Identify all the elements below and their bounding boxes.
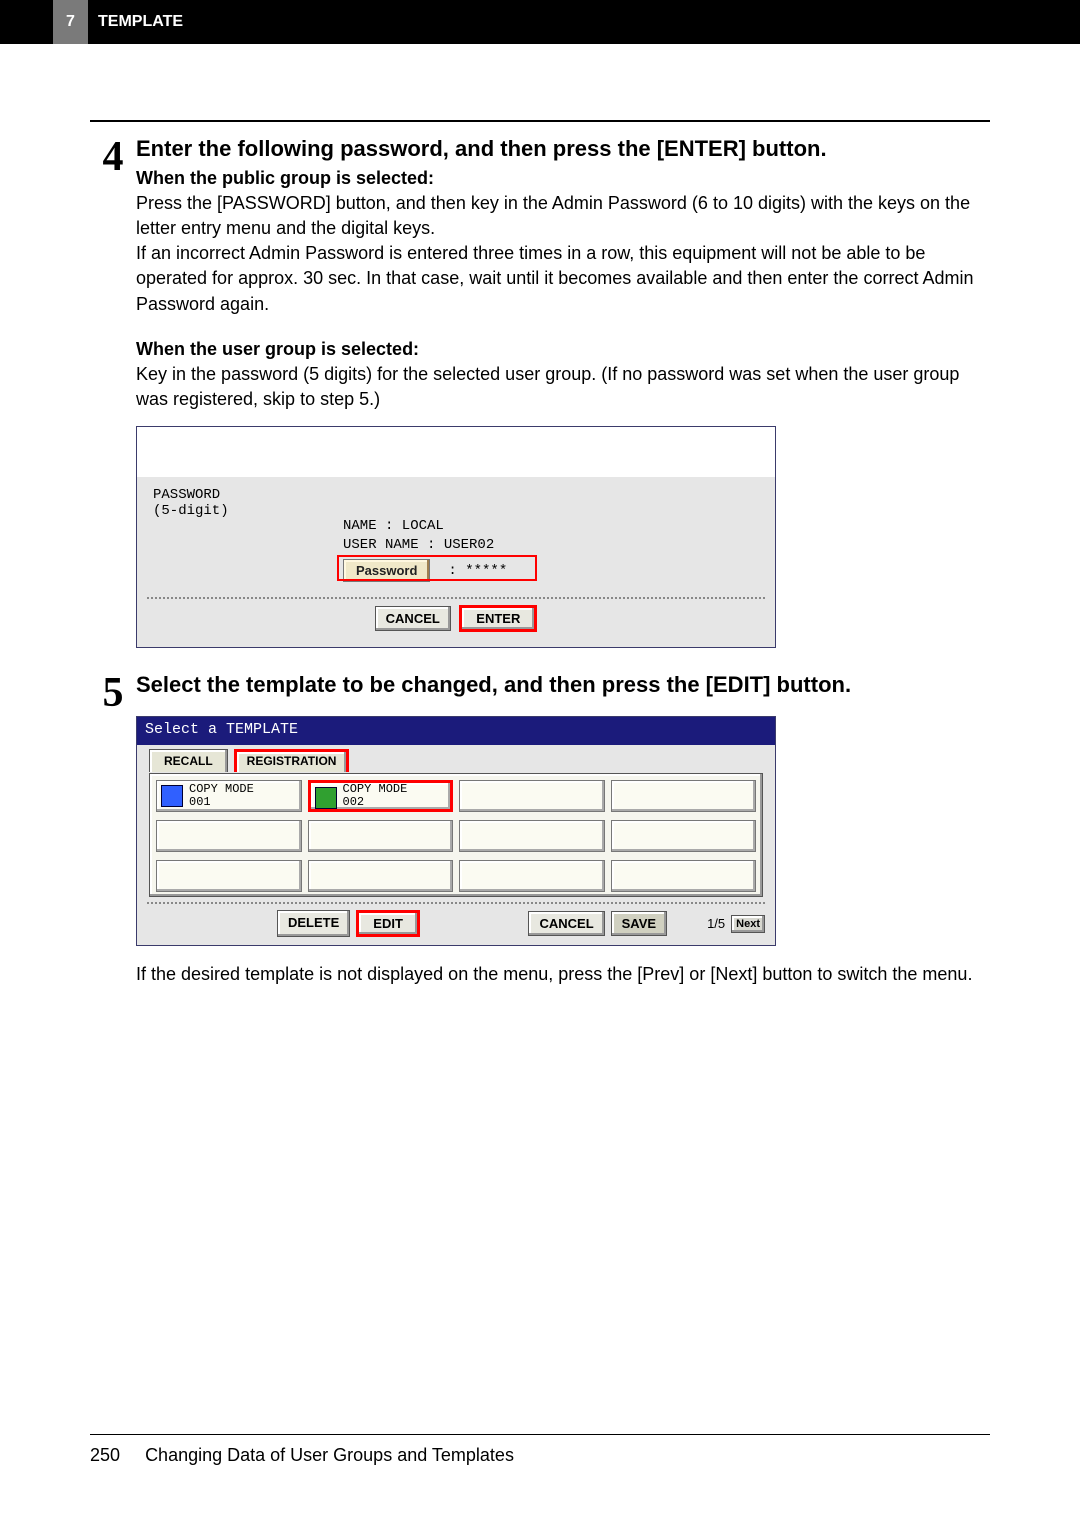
- step-4-text-3: Key in the password (5 digits) for the s…: [136, 362, 990, 412]
- page-number: 250: [90, 1445, 120, 1465]
- password-button-row: Password : *****: [343, 559, 507, 582]
- chapter-number: 7: [53, 0, 88, 44]
- next-page-button[interactable]: Next: [731, 915, 765, 933]
- template-select-screen: Select a TEMPLATE RECALL REGISTRATION CO…: [136, 716, 776, 946]
- step-5-note: If the desired template is not displayed…: [136, 962, 990, 987]
- page: 7 TEMPLATE 4 Enter the following passwor…: [0, 0, 1080, 1526]
- enter-cancel-row: CANCEL ENTER: [147, 597, 765, 632]
- step-4-subhead-user: When the user group is selected:: [136, 337, 990, 362]
- chapter-title: TEMPLATE: [98, 0, 183, 44]
- template-panel: COPY MODE 001 COPY MODE 002: [149, 773, 763, 897]
- password-screen-topstrip: [137, 427, 775, 477]
- step-4-text-1: Press the [PASSWORD] button, and then ke…: [136, 191, 990, 241]
- template-bottom-bar: DELETE EDIT CANCEL SAVE 1/5 Next: [147, 902, 765, 937]
- template-cell-empty[interactable]: [611, 780, 757, 812]
- step-4: 4 Enter the following password, and then…: [90, 134, 990, 648]
- template-screen-title: Select a TEMPLATE: [137, 717, 775, 745]
- template-1-num: 001: [189, 795, 211, 809]
- copy-mode-icon: [161, 785, 183, 807]
- template-grid: COPY MODE 001 COPY MODE 002: [156, 780, 756, 892]
- template-cell-empty[interactable]: [308, 860, 454, 892]
- template-2-num: 002: [343, 795, 365, 809]
- password-label-line2: (5-digit): [153, 503, 229, 519]
- template-cell-empty[interactable]: [459, 820, 605, 852]
- step-4-subhead-public: When the public group is selected:: [136, 166, 990, 191]
- template-cell-empty[interactable]: [156, 860, 302, 892]
- delete-button[interactable]: DELETE: [277, 910, 350, 937]
- step-4-text-2: If an incorrect Admin Password is entere…: [136, 241, 990, 317]
- page-indicator: 1/5: [707, 916, 725, 931]
- password-label-line1: PASSWORD: [153, 487, 220, 503]
- template-cell-empty[interactable]: [611, 860, 757, 892]
- step-5-body: Select the template to be changed, and t…: [136, 670, 990, 987]
- copy-mode-icon: [315, 787, 337, 809]
- section-name: Changing Data of User Groups and Templat…: [145, 1445, 514, 1465]
- cancel-button[interactable]: CANCEL: [528, 911, 604, 936]
- step-5-heading: Select the template to be changed, and t…: [136, 670, 990, 700]
- template-cell-empty[interactable]: [611, 820, 757, 852]
- template-cell-empty[interactable]: [459, 780, 605, 812]
- template-cell-empty[interactable]: [308, 820, 454, 852]
- password-screen: PASSWORD (5-digit) NAME : LOCAL USER NAM…: [136, 426, 776, 648]
- password-label: PASSWORD (5-digit): [153, 487, 229, 519]
- page-footer: 250 Changing Data of User Groups and Tem…: [90, 1434, 990, 1466]
- step-4-heading: Enter the following password, and then p…: [136, 134, 990, 164]
- name-line: NAME : LOCAL: [343, 518, 444, 534]
- section-rule: [90, 120, 990, 122]
- save-button[interactable]: SAVE: [611, 911, 667, 936]
- password-button[interactable]: Password: [343, 559, 430, 582]
- template-cell-empty[interactable]: [459, 860, 605, 892]
- tab-recall[interactable]: RECALL: [149, 749, 228, 772]
- content-area: 4 Enter the following password, and then…: [90, 120, 990, 987]
- step-5: 5 Select the template to be changed, and…: [90, 670, 990, 987]
- step-4-body: Enter the following password, and then p…: [136, 134, 990, 648]
- template-cell-empty[interactable]: [156, 820, 302, 852]
- enter-button[interactable]: ENTER: [459, 605, 537, 632]
- header-bar: 7 TEMPLATE: [0, 0, 1080, 44]
- step-number-4: 4: [90, 134, 136, 648]
- template-cell-002[interactable]: COPY MODE 002: [308, 780, 454, 812]
- cancel-button[interactable]: CANCEL: [375, 606, 451, 631]
- step-number-5: 5: [90, 670, 136, 987]
- tab-registration[interactable]: REGISTRATION: [234, 749, 350, 772]
- password-mask: : *****: [448, 563, 507, 579]
- tab-bar: RECALL REGISTRATION: [149, 749, 349, 772]
- template-cell-001[interactable]: COPY MODE 001: [156, 780, 302, 812]
- edit-button[interactable]: EDIT: [356, 910, 420, 937]
- user-name-line: USER NAME : USER02: [343, 537, 494, 553]
